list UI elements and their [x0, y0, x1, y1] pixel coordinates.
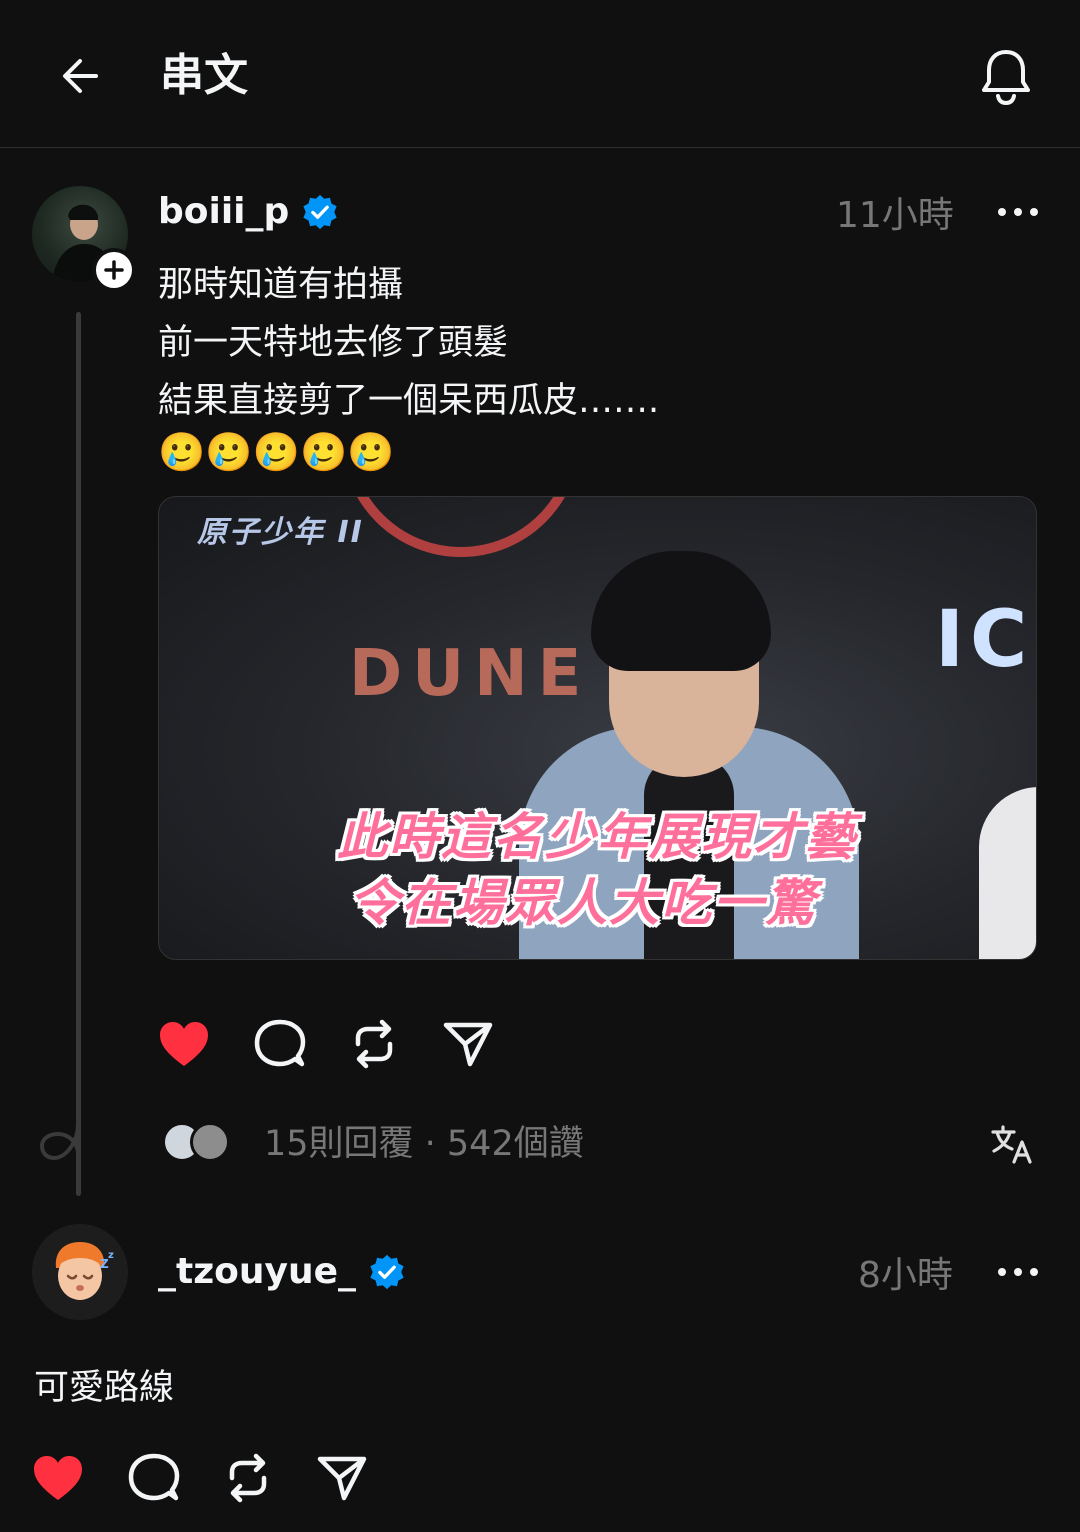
- post-line: 那時知道有拍攝: [158, 265, 404, 305]
- verified-badge-icon: [370, 1254, 404, 1290]
- post-body: 那時知道有拍攝 前一天特地去修了頭髮 結果直接剪了一個呆西瓜皮…….: [158, 256, 659, 430]
- comment-bubble-icon: [128, 1453, 180, 1501]
- side-person: [979, 787, 1036, 959]
- follow-button[interactable]: [92, 248, 136, 292]
- comment-bubble-icon: [254, 1019, 306, 1067]
- reply-more-button[interactable]: [988, 1252, 1048, 1292]
- notifications-button[interactable]: [970, 40, 1042, 112]
- post-emoji-line: 🥲🥲🥲🥲🥲: [158, 430, 395, 474]
- page-title: 串文: [160, 50, 248, 101]
- thread-loop-icon: [39, 1122, 80, 1161]
- arrow-left-icon: [63, 59, 98, 93]
- reply-author-avatar[interactable]: Z z: [32, 1224, 128, 1320]
- reply-body: 可愛路線: [34, 1368, 175, 1408]
- video-caption-line: 令在場眾人大吃一驚: [349, 874, 817, 932]
- author-username[interactable]: boiii_p: [158, 186, 289, 238]
- reply-like-button[interactable]: [30, 1450, 86, 1506]
- send-icon: [317, 1456, 367, 1501]
- reply-username[interactable]: _tzouyue_: [158, 1246, 356, 1298]
- translate-icon: [991, 1125, 1032, 1164]
- reply-reply-button[interactable]: [126, 1450, 182, 1506]
- heart-filled-icon: [160, 1022, 208, 1066]
- translate-button[interactable]: [986, 1118, 1038, 1170]
- replier-avatars: [162, 1120, 236, 1164]
- replier-avatar: [190, 1122, 230, 1162]
- repost-icon: [355, 1019, 393, 1069]
- background-sign-ic: IC: [935, 595, 1034, 685]
- background-sign-dune: DUNE: [349, 637, 592, 711]
- person-hair: [591, 551, 771, 671]
- show-logo: 原子少年 II: [197, 515, 364, 550]
- video-caption-line: 此時這名少年展現才藝: [337, 808, 857, 866]
- svg-text:z: z: [108, 1250, 114, 1261]
- repost-icon: [229, 1453, 267, 1503]
- thread-connector-line: [76, 312, 81, 1196]
- memoji-sleeping: Z z: [55, 1242, 114, 1300]
- verified-badge-icon: [303, 194, 337, 230]
- reply-button[interactable]: [252, 1016, 308, 1072]
- post-stats[interactable]: 15則回覆 · 542個讚: [264, 1118, 584, 1170]
- like-button[interactable]: [156, 1016, 212, 1072]
- stage-logo-ring: [341, 497, 581, 557]
- reply-timestamp: 8小時: [858, 1255, 953, 1296]
- post-more-button[interactable]: [988, 192, 1048, 232]
- bell-icon: [982, 50, 1030, 106]
- post-line: 結果直接剪了一個呆西瓜皮…….: [158, 381, 660, 421]
- reply-name-row: _tzouyue_: [158, 1246, 406, 1298]
- post-video[interactable]: 原子少年 II DUNE IC 此時這名少年展現才藝 令在場眾人大吃一驚: [158, 496, 1037, 960]
- author-name-row: boiii_p: [158, 186, 339, 238]
- more-horizontal-icon: [998, 208, 1038, 216]
- repost-button[interactable]: [346, 1016, 402, 1072]
- more-horizontal-icon: [998, 1268, 1038, 1276]
- send-icon: [443, 1022, 493, 1067]
- plus-icon: [104, 260, 124, 280]
- back-button[interactable]: [44, 40, 116, 112]
- share-button[interactable]: [440, 1016, 496, 1072]
- reply-repost-button[interactable]: [220, 1450, 276, 1506]
- post-line: 前一天特地去修了頭髮: [158, 323, 509, 363]
- heart-filled-icon: [34, 1456, 82, 1500]
- reply-share-button[interactable]: [314, 1450, 370, 1506]
- post-timestamp: 11小時: [836, 195, 954, 236]
